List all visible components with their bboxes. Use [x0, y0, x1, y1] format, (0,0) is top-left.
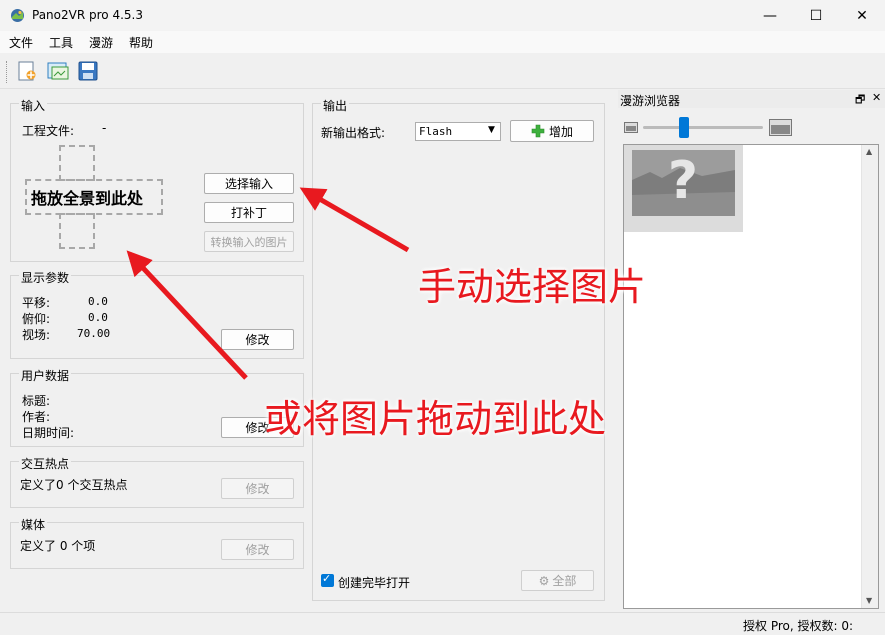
format-select-value: Flash	[419, 125, 453, 138]
menu-tools[interactable]: 工具	[49, 34, 73, 51]
license-status: 授权 Pro, 授权数: 0:	[743, 619, 854, 633]
svg-text:?: ?	[668, 151, 698, 211]
fov-label: 视场:	[22, 328, 51, 342]
zoom-slider-thumb[interactable]	[679, 117, 689, 138]
dock-close-icon[interactable]: ✕	[872, 91, 881, 104]
toolbar	[0, 53, 885, 89]
drop-zone-top	[59, 145, 95, 181]
datetime-label: 日期时间:	[22, 426, 75, 440]
tilt-label: 俯仰:	[22, 312, 51, 326]
output-title: 输出	[321, 97, 350, 114]
main-panel: 输入 工程文件: - 拖放全景到此处 选择输入 打补丁 转换输入的图片 显示参数…	[0, 89, 613, 612]
window-title: Pano2VR pro 4.5.3	[32, 8, 143, 22]
media-title: 媒体	[19, 516, 48, 533]
fov-value: 70.00	[77, 327, 111, 340]
menu-bar: 文件 工具 漫游 帮助	[0, 31, 885, 53]
minimize-button[interactable]: —	[747, 0, 793, 31]
scroll-down-icon[interactable]: ▼	[866, 596, 872, 605]
gear-icon: ⚙	[538, 573, 550, 588]
media-group: 媒体 定义了 0 个项 修改	[10, 516, 304, 569]
display-modify-button[interactable]: 修改	[221, 329, 294, 350]
new-format-label: 新输出格式:	[321, 126, 386, 140]
hotspots-modify-button[interactable]: 修改	[221, 478, 294, 499]
hotspots-group: 交互热点 定义了0 个交互热点 修改	[10, 455, 304, 508]
convert-input-button[interactable]: 转换输入的图片	[204, 231, 294, 252]
placeholder-image-icon: ?	[632, 150, 735, 216]
media-modify-button[interactable]: 修改	[221, 539, 294, 560]
output-group: 输出 新输出格式: Flash ▼ 增加 ✓ 创建完毕打开 ⚙ 全部	[312, 97, 605, 601]
add-output-button[interactable]: 增加	[510, 120, 594, 142]
pan-label: 平移:	[22, 296, 51, 310]
annotation-drag-here: 或将图片拖动到此处	[264, 397, 607, 441]
chevron-down-icon: ▼	[488, 125, 495, 135]
panorama-thumbnail[interactable]: ?	[624, 145, 743, 232]
tilt-value: 0.0	[88, 311, 108, 324]
hotspots-title: 交互热点	[19, 455, 72, 472]
project-file-value: -	[102, 121, 107, 135]
tour-browser-title: 漫游浏览器	[620, 94, 681, 108]
annotation-manual-select: 手动选择图片	[418, 265, 647, 309]
app-icon	[11, 9, 24, 22]
hotspots-count-text: 定义了0 个交互热点	[20, 478, 128, 492]
float-icon[interactable]: 🗗	[855, 91, 865, 110]
tour-browser-scrollbar[interactable]: ▲ ▼	[861, 145, 878, 608]
open-after-label: 创建完毕打开	[338, 576, 411, 590]
display-params-title: 显示参数	[19, 269, 72, 286]
maximize-button[interactable]: ☐	[793, 0, 839, 31]
title-bar: Pano2VR pro 4.5.3 — ☐ ✕	[0, 0, 885, 31]
menu-tour[interactable]: 漫游	[89, 34, 113, 51]
project-file-label: 工程文件:	[22, 124, 75, 138]
user-data-title: 用户数据	[19, 367, 72, 384]
menu-help[interactable]: 帮助	[129, 34, 153, 51]
open-after-checkbox[interactable]: ✓	[321, 572, 334, 587]
build-all-button[interactable]: ⚙ 全部	[521, 570, 594, 591]
scroll-up-icon[interactable]: ▲	[866, 147, 872, 156]
format-select[interactable]: Flash ▼	[415, 122, 501, 141]
build-all-label: 全部	[552, 574, 577, 588]
pan-value: 0.0	[88, 295, 108, 308]
menu-file[interactable]: 文件	[9, 34, 33, 51]
tour-browser-list[interactable]: ? ▲ ▼	[623, 144, 879, 609]
input-group: 输入 工程文件: - 拖放全景到此处 选择输入 打补丁 转换输入的图片	[10, 97, 304, 262]
small-thumbnail-icon	[624, 122, 638, 133]
new-project-icon[interactable]	[16, 60, 38, 82]
select-input-button[interactable]: 选择输入	[204, 173, 294, 194]
open-project-icon[interactable]	[46, 60, 70, 82]
add-output-label: 增加	[548, 124, 573, 139]
zoom-slider-track[interactable]	[643, 126, 763, 129]
display-params-group: 显示参数 平移: 0.0 俯仰: 0.0 视场: 70.00 修改	[10, 269, 304, 359]
plus-icon	[531, 124, 545, 138]
status-bar: 授权 Pro, 授权数: 0:	[0, 612, 885, 635]
drop-zone-bottom	[59, 213, 95, 249]
tour-browser-titlebar: 漫游浏览器 🗗 ✕	[618, 90, 885, 108]
large-thumbnail-icon	[769, 119, 792, 136]
toolbar-grip[interactable]	[6, 61, 9, 83]
close-button[interactable]: ✕	[839, 0, 885, 31]
patch-button[interactable]: 打补丁	[204, 202, 294, 223]
input-group-title: 输入	[19, 97, 48, 114]
user-data-group: 用户数据 标题: 作者: 日期时间: 修改	[10, 367, 304, 447]
save-icon[interactable]	[77, 60, 99, 82]
media-count-text: 定义了 0 个项	[20, 539, 96, 553]
author-label: 作者:	[22, 410, 51, 424]
tour-browser-dock: 漫游浏览器 🗗 ✕ ? ▲ ▼	[615, 89, 885, 612]
checkmark-icon: ✓	[322, 572, 332, 585]
drop-zone-text: 拖放全景到此处	[31, 189, 144, 208]
title-label: 标题:	[22, 394, 51, 408]
